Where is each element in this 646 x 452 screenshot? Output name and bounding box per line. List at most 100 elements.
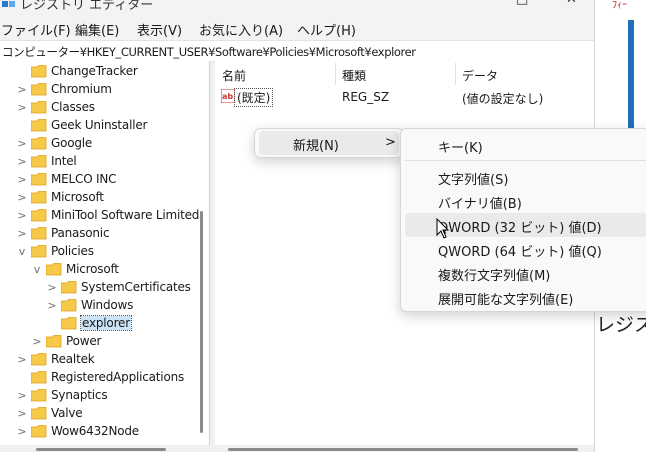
- tree-item-label: Realtek: [51, 352, 95, 366]
- submenu-item-label: QWORD (64 ビット) 値(Q): [438, 245, 602, 260]
- context-menu-new[interactable]: 新規(N) >: [259, 131, 399, 155]
- value-name: (既定): [233, 88, 274, 107]
- window-title: レジストリ エディター: [20, 0, 154, 13]
- tree-item[interactable]: > Google: [0, 135, 200, 153]
- tree-item-label: Classes: [51, 100, 95, 114]
- chevron-right-icon[interactable]: >: [47, 281, 57, 294]
- chevron-right-icon[interactable]: >: [17, 155, 27, 168]
- tree-item[interactable]: > Windows: [0, 297, 200, 315]
- folder-icon: [31, 227, 47, 240]
- tree-scrollbar[interactable]: [200, 211, 203, 433]
- column-header-data[interactable]: データ: [462, 67, 498, 84]
- submenu-item-label: QWORD (32 ビット) 値(D): [438, 221, 602, 236]
- chevron-right-icon[interactable]: >: [17, 83, 27, 96]
- chevron-right-icon[interactable]: >: [17, 209, 27, 222]
- folder-icon: [46, 335, 62, 348]
- submenu-item[interactable]: 文字列値(S): [405, 165, 646, 189]
- chevron-right-icon[interactable]: >: [17, 191, 27, 204]
- chevron-right-icon[interactable]: >: [17, 425, 27, 438]
- column-header-type[interactable]: 種類: [342, 67, 366, 84]
- menu-view[interactable]: 表示(V): [137, 20, 182, 39]
- tree-item-label: MELCO INC: [51, 172, 117, 186]
- chevron-right-icon[interactable]: >: [17, 101, 27, 114]
- folder-icon: [31, 65, 47, 78]
- pane-splitter[interactable]: [211, 61, 213, 452]
- tree-item[interactable]: > Classes: [0, 99, 200, 117]
- submenu-item[interactable]: QWORD (64 ビット) 値(Q): [405, 237, 646, 261]
- tree-item[interactable]: > Chromium: [0, 81, 200, 99]
- tree-item[interactable]: > Realtek: [0, 351, 200, 369]
- tree-item-label: Windows: [81, 298, 134, 312]
- tree-item-label: SystemCertificates: [81, 280, 191, 294]
- chevron-right-icon[interactable]: >: [32, 335, 42, 348]
- menu-edit[interactable]: 編集(E): [75, 20, 119, 39]
- tree-item[interactable]: v Microsoft: [0, 261, 200, 279]
- tree-item[interactable]: v Policies: [0, 243, 200, 261]
- minimize-button[interactable]: —: [460, 0, 473, 7]
- submenu-item[interactable]: バイナリ値(B): [405, 189, 646, 213]
- menu-favorites[interactable]: お気に入り(A): [199, 20, 283, 39]
- submenu-item-label: 複数行文字列値(M): [438, 269, 551, 284]
- tree-horizontal-scrollbar[interactable]: [36, 448, 166, 451]
- tree-item-label: Valve: [51, 406, 83, 420]
- value-type: REG_SZ: [342, 90, 390, 104]
- tree-item[interactable]: > Microsoft: [0, 189, 200, 207]
- chevron-right-icon[interactable]: >: [17, 173, 27, 186]
- tree-item[interactable]: > SystemCertificates: [0, 279, 200, 297]
- chevron-down-icon[interactable]: v: [17, 245, 27, 258]
- folder-icon: [31, 137, 47, 150]
- folder-icon: [31, 155, 47, 168]
- tree-item[interactable]: explorer: [0, 315, 200, 333]
- tree-item[interactable]: > Panasonic: [0, 225, 200, 243]
- values-horizontal-scrollbar[interactable]: [228, 448, 578, 451]
- tree-item-label: Microsoft: [66, 262, 119, 276]
- value-row[interactable]: ab (既定) REG_SZ (値の設定なし): [215, 87, 594, 107]
- tree-item[interactable]: > Power: [0, 333, 200, 351]
- column-header-name[interactable]: 名前: [222, 67, 246, 84]
- chevron-right-icon[interactable]: >: [17, 137, 27, 150]
- title-bar: レジストリ エディター — □ ✕: [0, 0, 594, 14]
- chevron-right-icon[interactable]: >: [47, 299, 57, 312]
- folder-icon: [31, 245, 47, 258]
- maximize-button[interactable]: □: [516, 0, 528, 7]
- column-divider[interactable]: [335, 63, 336, 85]
- tree-item[interactable]: Geek Uninstaller: [0, 117, 200, 135]
- tree-item-label: RegisteredApplications: [51, 370, 185, 384]
- tree-item[interactable]: ChangeTracker: [0, 63, 200, 81]
- tree-item[interactable]: > Wow6432Node: [0, 423, 200, 441]
- tree-item[interactable]: > MELCO INC: [0, 171, 200, 189]
- chevron-right-icon[interactable]: >: [17, 353, 27, 366]
- tree-item[interactable]: > Synaptics: [0, 387, 200, 405]
- chevron-right-icon[interactable]: >: [17, 227, 27, 240]
- tree-item[interactable]: > Valve: [0, 405, 200, 423]
- chevron-right-icon[interactable]: >: [17, 407, 27, 420]
- mouse-cursor-icon: [436, 218, 450, 239]
- folder-icon: [31, 407, 47, 420]
- close-button[interactable]: ✕: [566, 0, 577, 7]
- tree-item-label: Geek Uninstaller: [51, 118, 148, 132]
- address-bar[interactable]: コンピューター¥HKEY_CURRENT_USER¥Software¥Polic…: [0, 40, 594, 62]
- submenu-item[interactable]: キー(K): [405, 133, 646, 157]
- key-tree[interactable]: ChangeTracker > Chromium > Classes Geek Unins…: [0, 61, 210, 452]
- chevron-right-icon[interactable]: >: [17, 389, 27, 402]
- submenu-item[interactable]: 展開可能な文字列値(E): [405, 285, 646, 309]
- menu-help[interactable]: ヘルプ(H): [297, 20, 356, 39]
- background-red-text: ﾌｨｰ: [612, 0, 627, 11]
- folder-icon: [61, 299, 77, 312]
- svg-text:ab: ab: [222, 92, 233, 101]
- folder-icon: [31, 353, 47, 366]
- new-label: 新規(N): [293, 139, 339, 154]
- chevron-down-icon[interactable]: v: [32, 263, 42, 276]
- tree-item-label: Wow6432Node: [51, 424, 139, 438]
- tree-item-label: Panasonic: [51, 226, 110, 240]
- tree-item[interactable]: RegisteredApplications: [0, 369, 200, 387]
- tree-item[interactable]: > Intel: [0, 153, 200, 171]
- tree-item-label: ChangeTracker: [51, 64, 138, 78]
- folder-icon: [46, 263, 62, 276]
- menu-file[interactable]: ファイル(F): [1, 20, 71, 39]
- submenu-item[interactable]: 複数行文字列値(M): [405, 261, 646, 285]
- column-divider[interactable]: [455, 63, 456, 85]
- folder-icon: [31, 389, 47, 402]
- tree-item[interactable]: > MiniTool Software Limited: [0, 207, 200, 225]
- folder-icon: [31, 173, 47, 186]
